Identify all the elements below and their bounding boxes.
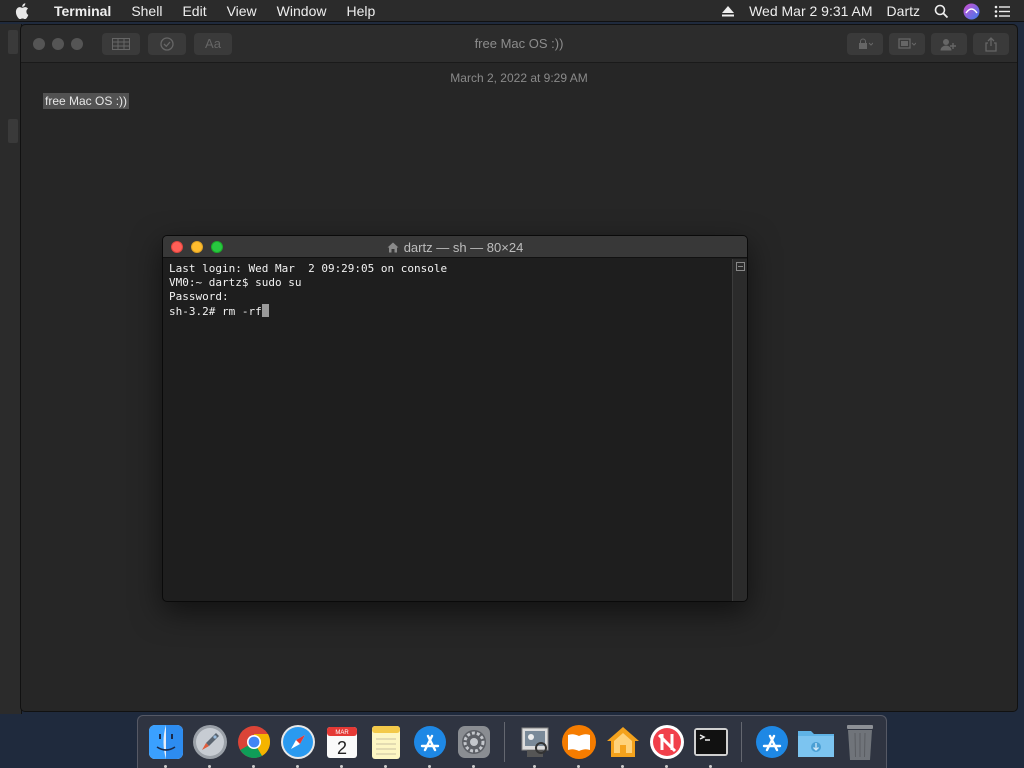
menu-help[interactable]: Help bbox=[336, 0, 385, 22]
dock-notes[interactable] bbox=[367, 723, 405, 768]
dock-news[interactable] bbox=[648, 723, 686, 768]
terminal-window: dartz — sh — 80×24 Last login: Wed Mar 2… bbox=[162, 235, 748, 602]
note-date: March 2, 2022 at 9:29 AM bbox=[450, 71, 588, 85]
eject-icon[interactable] bbox=[721, 5, 735, 17]
books-icon bbox=[562, 725, 596, 759]
menu-window[interactable]: Window bbox=[267, 0, 337, 22]
calendar-month: MAR bbox=[335, 730, 349, 736]
calendar-icon: MAR 2 bbox=[327, 727, 357, 758]
notes-toolbar: Aa free Mac OS :)) bbox=[21, 25, 1017, 63]
system-preferences-icon bbox=[458, 726, 490, 758]
menu-view[interactable]: View bbox=[217, 0, 267, 22]
list-view-icon[interactable] bbox=[102, 32, 140, 55]
control-center-icon[interactable] bbox=[994, 5, 1010, 18]
terminal-titlebar[interactable]: dartz — sh — 80×24 bbox=[163, 236, 747, 258]
dock-launchpad[interactable] bbox=[191, 723, 229, 768]
menu-edit[interactable]: Edit bbox=[172, 0, 216, 22]
dock-safari[interactable] bbox=[279, 723, 317, 768]
home-icon bbox=[607, 727, 639, 757]
chrome-icon bbox=[238, 726, 271, 759]
dock-books[interactable] bbox=[560, 723, 598, 768]
terminal-line: Last login: Wed Mar 2 09:29:05 on consol… bbox=[169, 262, 448, 275]
notes-minimize-button[interactable] bbox=[52, 37, 64, 50]
safari-icon bbox=[281, 725, 315, 759]
notes-window-controls bbox=[33, 37, 90, 50]
dock-downloads-folder[interactable] bbox=[797, 723, 835, 761]
notes-zoom-button[interactable] bbox=[71, 37, 83, 50]
note-body-text[interactable]: free Mac OS :)) bbox=[43, 93, 130, 109]
siri-icon[interactable] bbox=[963, 3, 980, 20]
home-folder-icon bbox=[387, 242, 399, 253]
search-icon[interactable] bbox=[934, 4, 949, 19]
dock-separator bbox=[741, 722, 742, 762]
background-window-edge bbox=[0, 24, 22, 714]
dock-preview[interactable] bbox=[516, 723, 554, 768]
checklist-icon[interactable] bbox=[148, 32, 186, 55]
terminal-scrollbar[interactable] bbox=[732, 259, 747, 601]
trash-icon bbox=[847, 725, 873, 760]
share-icon[interactable] bbox=[973, 33, 1009, 55]
apple-icon[interactable] bbox=[0, 2, 44, 19]
menu-app-name[interactable]: Terminal bbox=[44, 0, 121, 22]
dock-home[interactable] bbox=[604, 723, 642, 768]
dock-app-store-stack[interactable] bbox=[753, 723, 791, 761]
app-store-icon bbox=[414, 726, 446, 758]
menubar-datetime[interactable]: Wed Mar 2 9:31 AM bbox=[749, 3, 872, 19]
dock-app-store[interactable] bbox=[411, 723, 449, 768]
split-pane-icon[interactable] bbox=[736, 262, 745, 271]
dock-chrome[interactable] bbox=[235, 723, 273, 768]
dock-system-preferences[interactable] bbox=[455, 723, 493, 768]
menu-shell[interactable]: Shell bbox=[121, 0, 172, 22]
dock: MAR 2 bbox=[137, 715, 887, 768]
terminal-line: Password: bbox=[169, 290, 229, 303]
terminal-title: dartz — sh — 80×24 bbox=[163, 240, 747, 255]
dock-trash[interactable] bbox=[841, 723, 879, 761]
news-icon bbox=[650, 725, 684, 759]
format-icon[interactable]: Aa bbox=[194, 32, 232, 55]
app-store-icon bbox=[756, 726, 788, 758]
terminal-prompt-line: sh-3.2# rm -rf bbox=[169, 304, 726, 319]
dock-calendar[interactable]: MAR 2 bbox=[323, 723, 361, 768]
terminal-line: VM0:~ dartz$ sudo su bbox=[169, 276, 302, 289]
dock-terminal[interactable] bbox=[692, 723, 730, 768]
launchpad-icon bbox=[193, 725, 227, 759]
dock-separator bbox=[504, 722, 505, 762]
gallery-icon[interactable] bbox=[889, 33, 925, 55]
menubar-user[interactable]: Dartz bbox=[887, 3, 920, 19]
folder-icon bbox=[798, 731, 834, 757]
terminal-command: sh-3.2# rm -rf bbox=[169, 305, 262, 318]
terminal-icon bbox=[694, 728, 728, 756]
finder-icon bbox=[149, 725, 183, 759]
calendar-day: 2 bbox=[337, 738, 347, 758]
dock-finder[interactable] bbox=[147, 723, 185, 768]
terminal-title-text: dartz — sh — 80×24 bbox=[403, 240, 524, 255]
terminal-cursor bbox=[261, 304, 269, 317]
notes-close-button[interactable] bbox=[33, 37, 45, 50]
share-people-icon[interactable] bbox=[931, 33, 967, 55]
preview-icon bbox=[521, 727, 549, 757]
notes-icon bbox=[372, 726, 400, 759]
menu-bar: Terminal Shell Edit View Window Help Wed… bbox=[0, 0, 1024, 22]
lock-icon[interactable] bbox=[847, 33, 883, 55]
terminal-output[interactable]: Last login: Wed Mar 2 09:29:05 on consol… bbox=[163, 259, 732, 601]
